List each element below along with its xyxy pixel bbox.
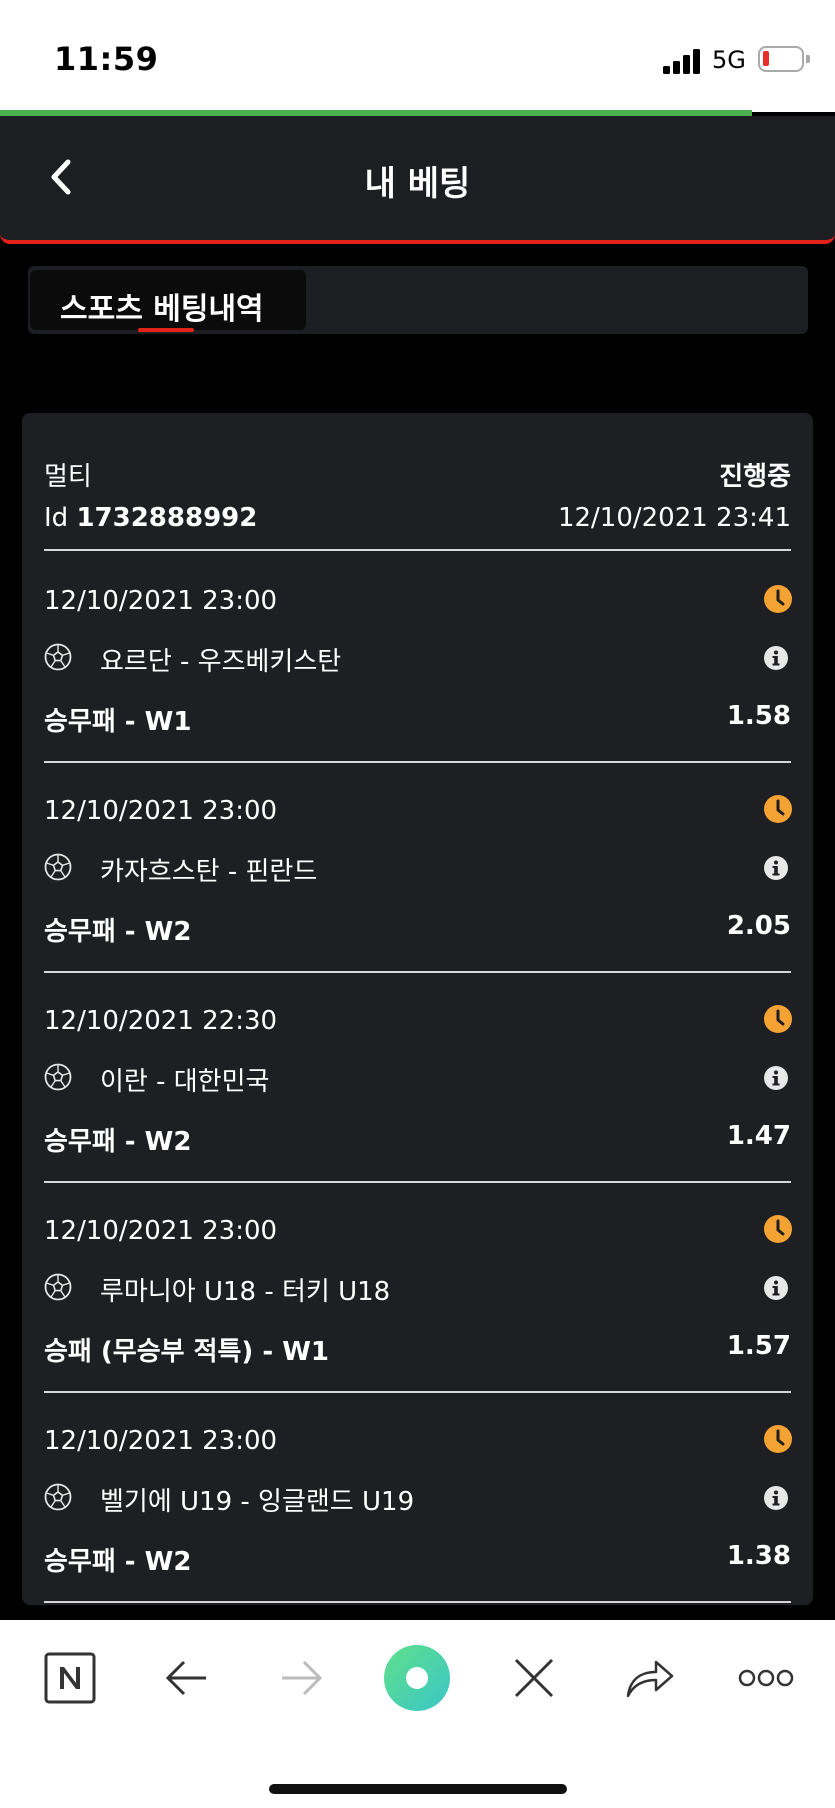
tab-active-indicator xyxy=(138,328,194,332)
soccer-ball-icon xyxy=(44,1063,72,1091)
clock-icon xyxy=(763,1214,793,1244)
network-label: 5G xyxy=(712,46,746,74)
event-teams: 이란 - 대한민국 xyxy=(100,1067,270,1097)
event-market: 승패 (무승부 적특) - W1 xyxy=(44,1337,329,1367)
share-button[interactable] xyxy=(620,1648,680,1708)
event-time: 12/10/2021 23:00 xyxy=(44,1426,278,1456)
naver-n-icon xyxy=(44,1652,96,1704)
bet-event-row: 12/10/2021 23:00 카자흐스탄 - 핀란드 승무패 - W2 2.… xyxy=(44,763,793,973)
bet-id: Id 1732888992 xyxy=(44,503,257,533)
page-title: 내 베팅 xyxy=(364,164,471,204)
browser-back-button[interactable] xyxy=(156,1648,216,1708)
more-button[interactable] xyxy=(736,1648,796,1708)
event-odds: 1.38 xyxy=(726,1541,791,1571)
share-icon xyxy=(626,1660,674,1698)
clock-icon xyxy=(763,794,793,824)
event-teams: 요르단 - 우즈베키스탄 xyxy=(100,647,342,677)
close-tab-button[interactable] xyxy=(504,1648,564,1708)
info-icon[interactable] xyxy=(763,1275,789,1301)
signal-icon xyxy=(663,48,703,74)
bet-status: 진행중 xyxy=(719,462,791,492)
back-arrow-icon xyxy=(165,1660,206,1696)
bet-type: 멀티 xyxy=(44,462,92,492)
bet-id-prefix: Id xyxy=(44,503,69,533)
forward-arrow-icon xyxy=(282,1660,323,1696)
status-bar: 11:59 5G xyxy=(0,0,835,112)
bet-event-row: 12/10/2021 23:00 벨기에 U19 - 잉글랜드 U19 승무패 … xyxy=(44,1393,793,1603)
clock-icon xyxy=(763,1424,793,1454)
event-teams: 벨기에 U19 - 잉글랜드 U19 xyxy=(100,1487,415,1517)
event-odds: 2.05 xyxy=(726,911,791,941)
event-time: 12/10/2021 23:00 xyxy=(44,586,278,616)
close-icon xyxy=(514,1658,554,1698)
tab-label: 스포츠 베팅내역 xyxy=(60,292,264,327)
info-icon[interactable] xyxy=(763,1485,789,1511)
clock-icon xyxy=(763,1004,793,1034)
green-dot-icon xyxy=(384,1645,450,1711)
event-odds: 1.57 xyxy=(726,1331,791,1361)
tab-sports-bet-history[interactable]: 스포츠 베팅내역 xyxy=(30,270,306,332)
more-icon xyxy=(738,1669,794,1687)
event-market: 승무패 - W2 xyxy=(44,1547,192,1577)
battery-icon xyxy=(758,46,810,72)
event-time: 12/10/2021 22:30 xyxy=(44,1006,278,1036)
tabs-bar: 스포츠 베팅내역 xyxy=(28,266,808,334)
clock-icon xyxy=(763,584,793,614)
bet-placed-date: 12/10/2021 23:41 xyxy=(557,503,791,533)
event-time: 12/10/2021 23:00 xyxy=(44,796,278,826)
event-teams: 루마니아 U18 - 터키 U18 xyxy=(100,1277,391,1307)
bet-event-row: 12/10/2021 23:00 루마니아 U18 - 터키 U18 승패 (무… xyxy=(44,1183,793,1393)
status-time: 11:59 xyxy=(54,40,159,78)
info-icon[interactable] xyxy=(763,1065,789,1091)
soccer-ball-icon xyxy=(44,1483,72,1511)
soccer-ball-icon xyxy=(44,643,72,671)
home-indicator xyxy=(269,1784,567,1794)
soccer-ball-icon xyxy=(44,853,72,881)
bet-card: 멀티 진행중 Id 1732888992 12/10/2021 23:41 12… xyxy=(22,413,813,1605)
naver-home-button[interactable] xyxy=(40,1648,100,1708)
bet-event-row: 12/10/2021 22:30 이란 - 대한민국 승무패 - W2 1.47 xyxy=(44,973,793,1183)
green-dot-button[interactable] xyxy=(382,1643,452,1713)
bet-id-value: 1732888992 xyxy=(76,503,258,533)
bet-event-row: 12/10/2021 23:00 요르단 - 우즈베키스탄 승무패 - W1 1… xyxy=(44,553,793,763)
event-teams: 카자흐스탄 - 핀란드 xyxy=(100,857,318,887)
event-market: 승무패 - W2 xyxy=(44,917,192,947)
event-market: 승무패 - W1 xyxy=(44,707,192,737)
bet-summary: 멀티 진행중 Id 1732888992 12/10/2021 23:41 xyxy=(44,441,791,551)
info-icon[interactable] xyxy=(763,855,789,881)
browser-forward-button[interactable] xyxy=(272,1648,332,1708)
event-time: 12/10/2021 23:00 xyxy=(44,1216,278,1246)
event-odds: 1.47 xyxy=(726,1121,791,1151)
browser-toolbar xyxy=(0,1620,835,1808)
app-header: 내 베팅 xyxy=(0,116,835,244)
info-icon[interactable] xyxy=(763,645,789,671)
event-market: 승무패 - W2 xyxy=(44,1127,192,1157)
soccer-ball-icon xyxy=(44,1273,72,1301)
event-odds: 1.58 xyxy=(726,701,791,731)
